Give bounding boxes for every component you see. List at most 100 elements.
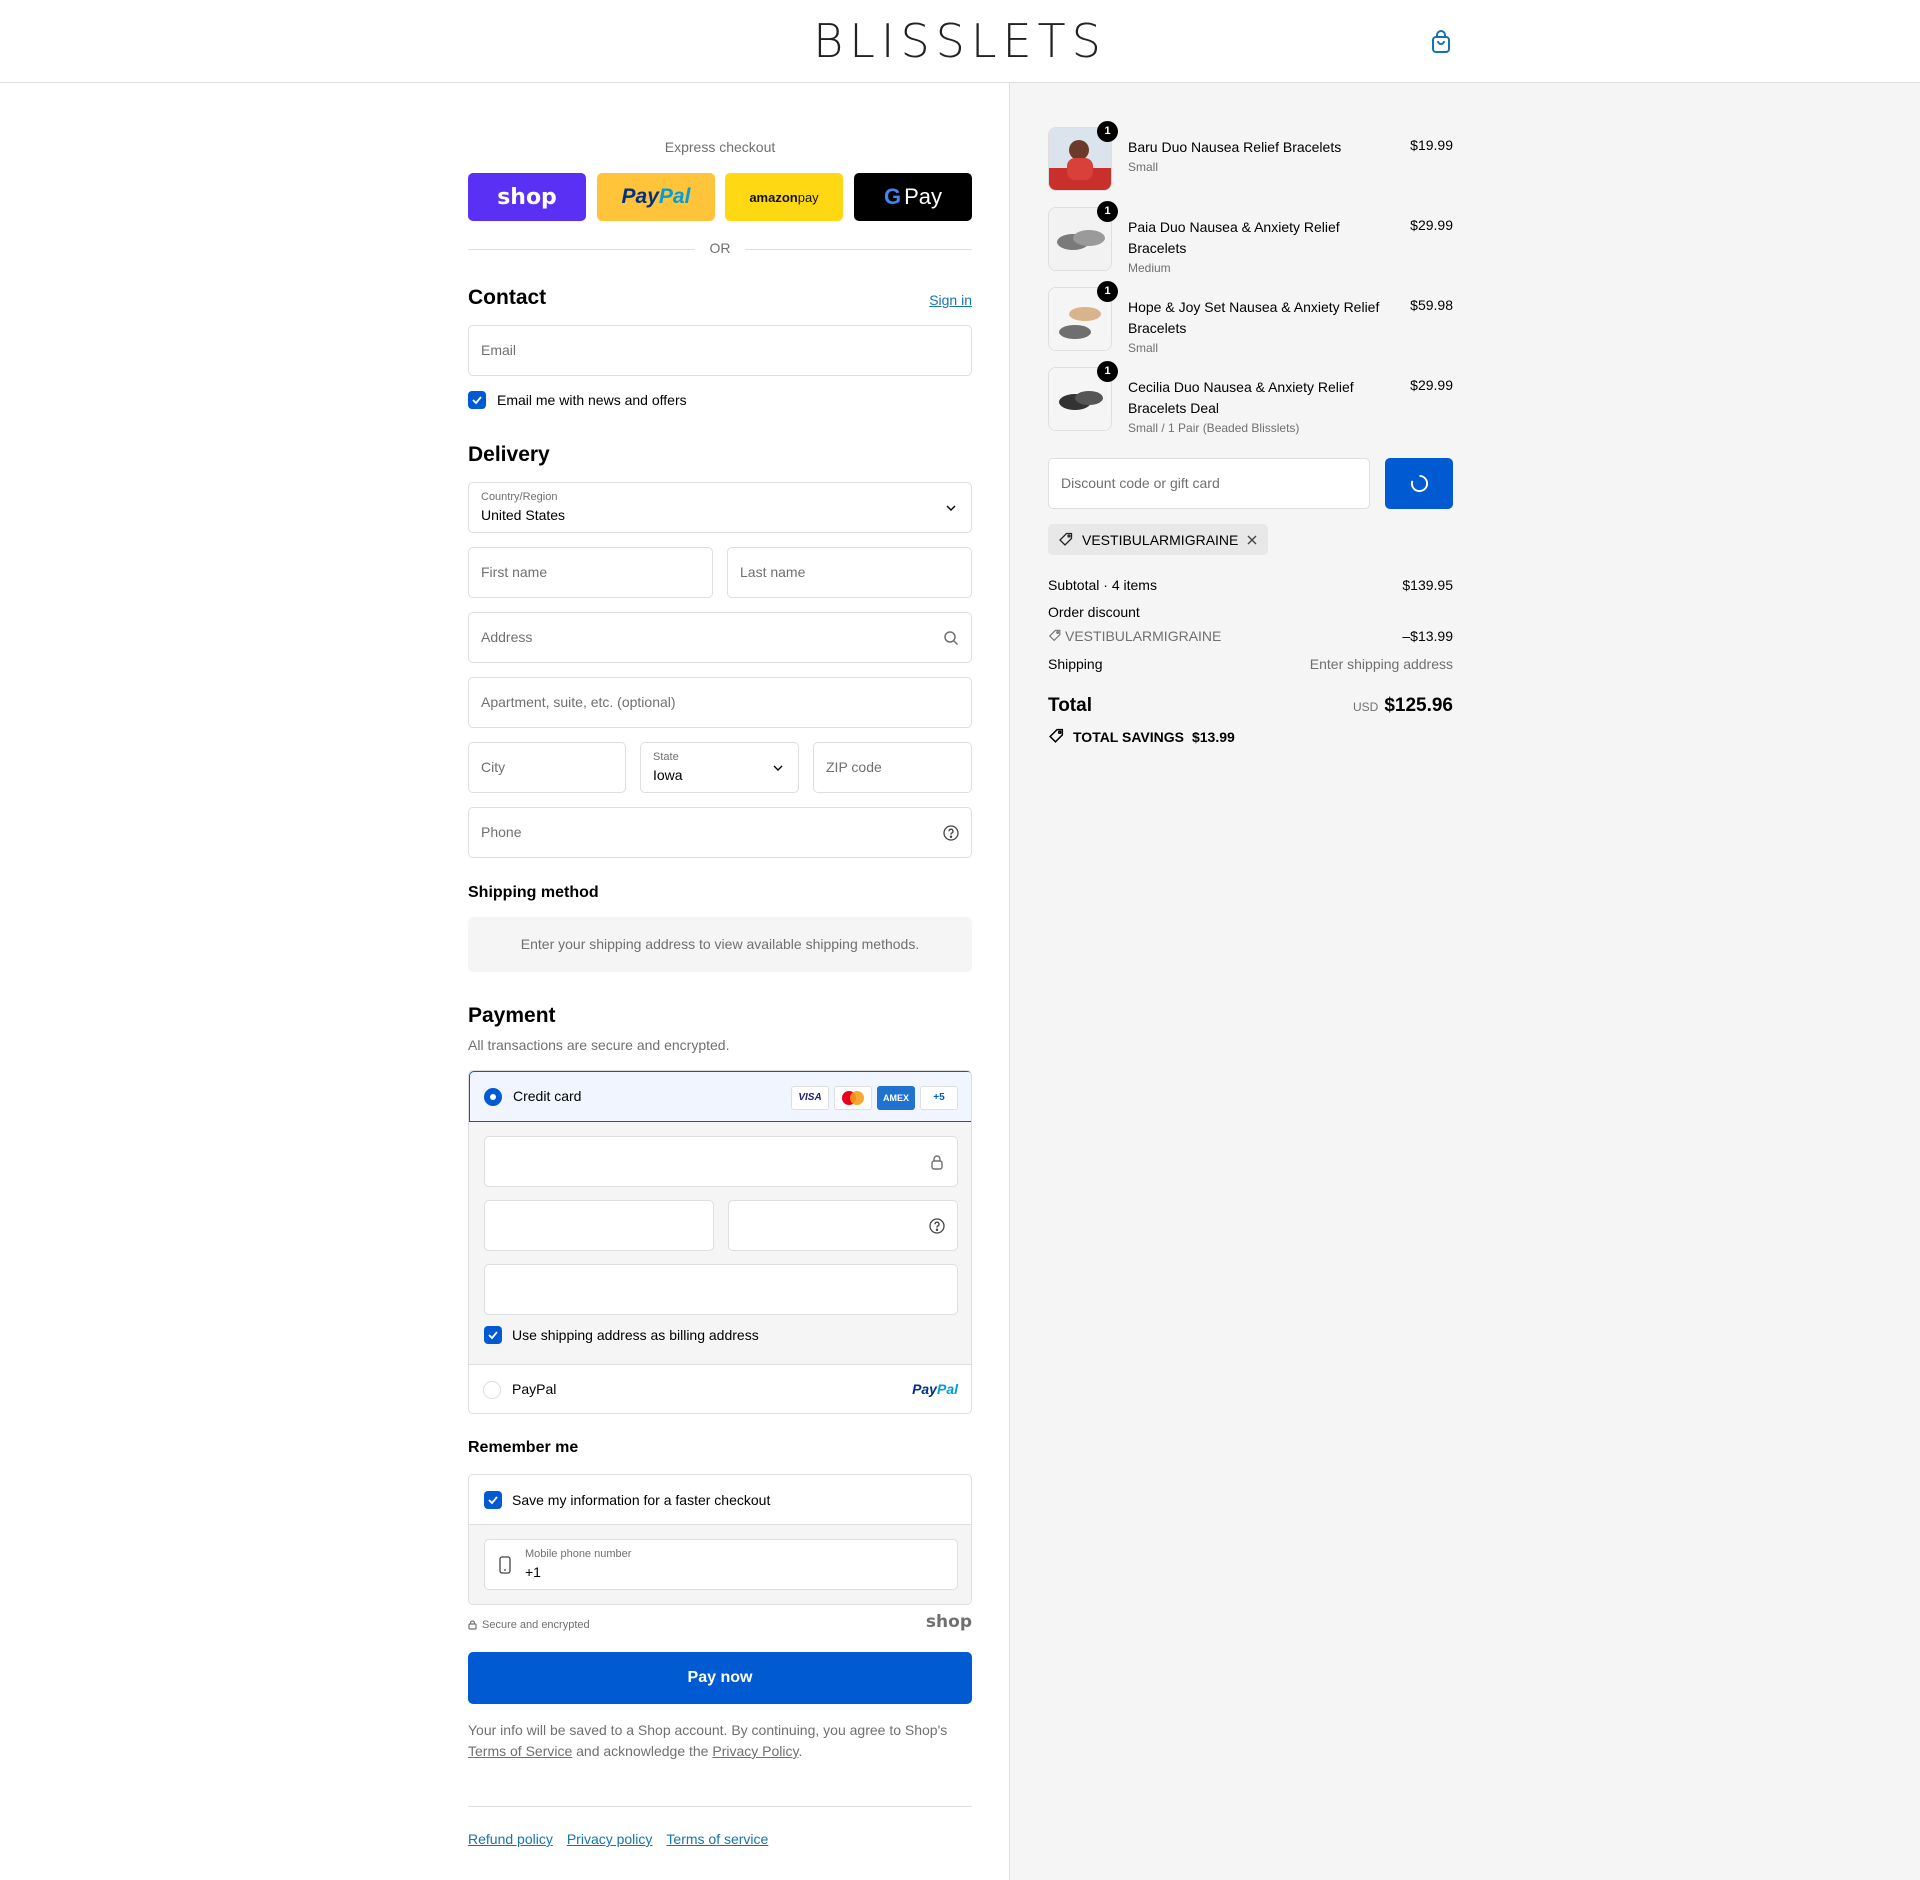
item-variant: Small (1128, 160, 1159, 174)
shipping-row: Shipping Enter shipping address (1048, 656, 1453, 672)
check-icon (488, 1331, 498, 1340)
item-variant: Small / 1 Pair (Beaded Blisslets) (1128, 421, 1300, 435)
help-circle-icon[interactable] (929, 1218, 945, 1234)
discount-placeholder: Discount code or gift card (1061, 475, 1220, 491)
email-field[interactable]: Email (468, 325, 972, 376)
chevron-down-icon (773, 765, 783, 771)
privacy-policy-link[interactable]: Privacy policy (567, 1831, 653, 1847)
save-info-checkbox[interactable] (484, 1491, 502, 1509)
credit-card-option[interactable]: Credit card VISA AMEX +5 (469, 1071, 971, 1122)
shop-pay-button[interactable]: shop (468, 173, 586, 221)
expiration-field[interactable] (484, 1200, 714, 1251)
payment-title: Payment (468, 1004, 556, 1027)
shop-terms-link[interactable]: Terms of Service (468, 1743, 572, 1759)
credit-card-label: Credit card (513, 1088, 582, 1104)
google-g-icon: G (883, 184, 902, 209)
address-field[interactable]: Address (468, 612, 972, 663)
pay-now-button[interactable]: Pay now (468, 1652, 972, 1704)
header: BLISSLETS (0, 0, 1920, 83)
first-name-placeholder: First name (481, 564, 548, 580)
discount-code-field[interactable]: Discount code or gift card (1048, 458, 1370, 509)
discount-code-row: VESTIBULARMIGRAINE –$13.99 (1048, 628, 1453, 644)
city-field[interactable]: City (468, 742, 626, 793)
discount-code-label: VESTIBULARMIGRAINE (1065, 628, 1222, 644)
remember-me-box: Save my information for a faster checkou… (468, 1474, 972, 1605)
shop-privacy-link[interactable]: Privacy Policy (712, 1743, 798, 1759)
quantity-badge: 1 (1097, 201, 1118, 222)
save-info-label: Save my information for a faster checkou… (512, 1492, 771, 1508)
country-select[interactable]: Country/Region United States (468, 482, 972, 533)
amazon-pay-button[interactable]: amazon pay (725, 173, 843, 221)
email-placeholder: Email (481, 342, 517, 358)
zip-field[interactable]: ZIP code (813, 742, 972, 793)
close-icon[interactable] (1246, 534, 1258, 546)
quantity-badge: 1 (1097, 361, 1118, 382)
name-on-card-field[interactable] (484, 1264, 958, 1315)
subtotal-value: $139.95 (1402, 577, 1453, 593)
sign-in-link[interactable]: Sign in (929, 292, 972, 308)
state-value: Iowa (653, 767, 683, 783)
billing-checkbox[interactable] (484, 1326, 502, 1344)
paypal-express-button[interactable]: Pay Pal (597, 173, 715, 221)
item-name: Hope & Joy Set Nausea & Anxiety Relief B… (1128, 299, 1380, 336)
refund-policy-link[interactable]: Refund policy (468, 1831, 553, 1847)
shopping-bag-icon[interactable] (1430, 30, 1452, 54)
item-name: Baru Duo Nausea Relief Bracelets (1128, 139, 1342, 155)
card-number-field[interactable] (484, 1136, 958, 1187)
item-variant: Small (1128, 341, 1159, 355)
quantity-badge: 1 (1097, 281, 1118, 302)
legal-part2: and acknowledge the (572, 1743, 713, 1759)
paypal-label: PayPal (512, 1381, 557, 1397)
legal-part1: Your info will be saved to a Shop accoun… (468, 1722, 948, 1738)
first-name-field[interactable]: First name (468, 547, 713, 598)
mobile-phone-label: Mobile phone number (525, 1548, 632, 1560)
address-placeholder: Address (481, 629, 533, 645)
secure-note: Secure and encrypted (468, 1619, 590, 1631)
billing-label: Use shipping address as billing address (512, 1327, 759, 1343)
paypal-radio[interactable] (483, 1381, 501, 1399)
help-circle-icon[interactable] (943, 825, 959, 841)
order-discount-label: Order discount (1048, 604, 1140, 620)
contact-title: Contact (468, 286, 547, 309)
news-label: Email me with news and offers (497, 392, 687, 408)
mobile-phone-field[interactable]: Mobile phone number +1 (484, 1539, 958, 1590)
visa-icon: VISA (791, 1086, 829, 1110)
apartment-field[interactable]: Apartment, suite, etc. (optional) (468, 677, 972, 728)
paypal-logo-b: Pal (658, 185, 691, 208)
subtotal-label: Subtotal · 4 items (1048, 577, 1157, 593)
amazon-logo: amazon (749, 189, 798, 205)
apply-discount-button[interactable] (1385, 458, 1453, 509)
legal-text: Your info will be saved to a Shop accoun… (468, 1720, 972, 1762)
item-name: Cecilia Duo Nausea & Anxiety Relief Brac… (1128, 379, 1354, 416)
last-name-field[interactable]: Last name (727, 547, 972, 598)
phone-field[interactable]: Phone (468, 807, 972, 858)
shipping-label: Shipping (1048, 656, 1103, 672)
state-select[interactable]: State Iowa (640, 742, 799, 793)
total-label: Total (1048, 695, 1092, 716)
credit-card-radio[interactable] (484, 1088, 502, 1106)
lock-icon (468, 1620, 477, 1630)
shop-logo: shop (925, 1612, 972, 1632)
google-pay-text: Pay (904, 184, 943, 209)
tag-icon (1059, 532, 1073, 546)
check-icon (488, 1496, 498, 1505)
news-checkbox[interactable] (468, 391, 486, 409)
or-divider: OR (468, 239, 972, 259)
applied-discount-code: VESTIBULARMIGRAINE (1082, 531, 1239, 548)
google-pay-button[interactable]: G Pay (854, 173, 972, 221)
currency-code: USD (1352, 700, 1379, 714)
amazon-pay-text: pay (797, 189, 819, 205)
phone-placeholder: Phone (481, 824, 522, 840)
brand-logo[interactable]: BLISSLETS (0, 14, 1920, 68)
terms-of-service-link[interactable]: Terms of service (666, 1831, 768, 1847)
total-savings-row: TOTAL SAVINGS $13.99 (1048, 728, 1453, 745)
paypal-option[interactable]: PayPal PayPal (469, 1364, 971, 1413)
state-label: State (653, 751, 679, 763)
zip-placeholder: ZIP code (826, 759, 882, 775)
item-variant: Medium (1128, 261, 1171, 275)
search-icon (944, 631, 959, 646)
item-price: $59.98 (1410, 297, 1453, 313)
security-code-field[interactable] (728, 1200, 958, 1251)
delivery-title: Delivery (468, 443, 550, 466)
or-text: OR (709, 240, 731, 256)
